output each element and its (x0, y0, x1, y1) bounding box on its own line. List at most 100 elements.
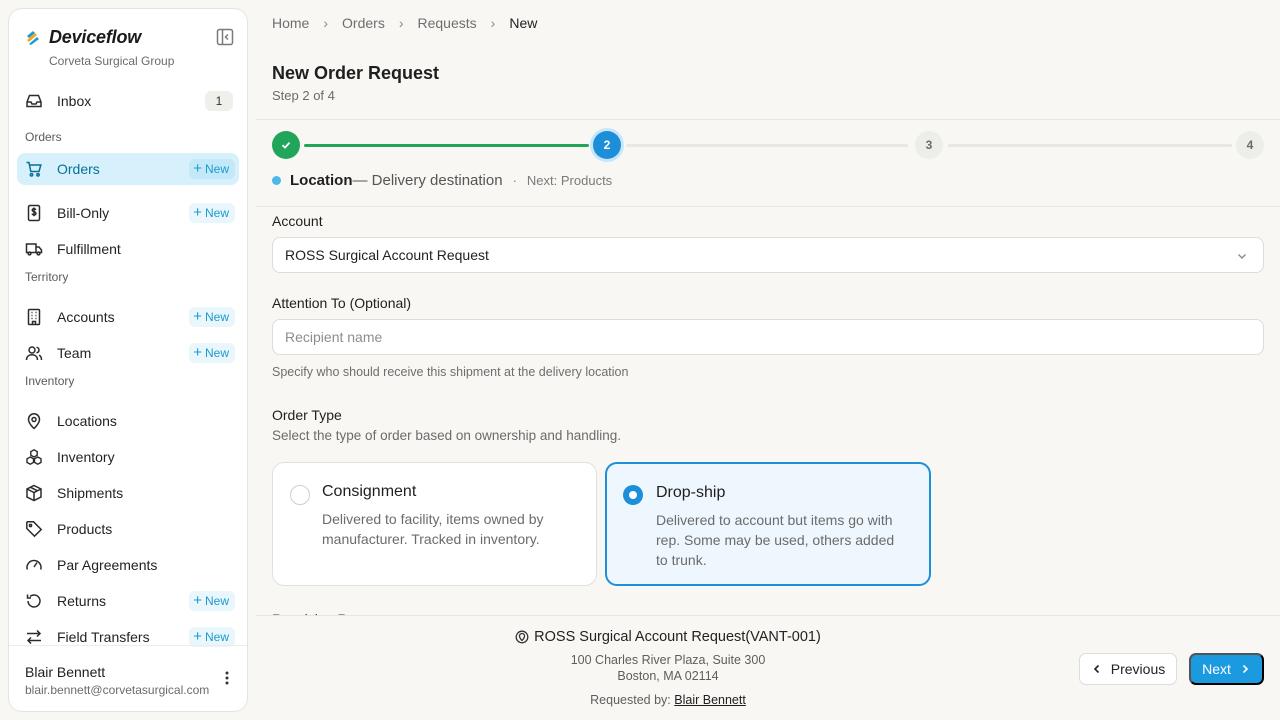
section-label-territory: Territory (25, 270, 69, 284)
returns-new-button[interactable]: + New (189, 591, 235, 611)
section-label-orders: Orders (25, 130, 62, 144)
plus-icon: + (193, 592, 202, 609)
sidebar-item-label: Products (57, 521, 113, 537)
sidebar-item-inventory[interactable]: Inventory (17, 441, 239, 473)
order-type-helper: Select the type of order based on owners… (272, 428, 621, 443)
sidebar-item-label: Locations (57, 413, 117, 429)
user-profile[interactable]: Blair Bennett blair.bennett@corvetasurgi… (9, 645, 247, 711)
next-step-hint: · Next: Products (513, 173, 613, 188)
gauge-icon (25, 556, 43, 574)
accounts-new-button[interactable]: + New (189, 307, 235, 327)
breadcrumb-home[interactable]: Home (272, 15, 309, 31)
step-1-complete[interactable] (272, 131, 300, 159)
sidebar-item-label: Returns (57, 593, 107, 609)
building-icon (25, 308, 43, 326)
option-description: Delivered to facility, items owned by ma… (322, 511, 544, 547)
sidebar-item-shipments[interactable]: Shipments (17, 477, 239, 509)
account-select-value: ROSS Surgical Account Request (285, 247, 489, 263)
step-connector-2 (626, 144, 908, 147)
requested-by-link[interactable]: Blair Bennett (674, 693, 746, 707)
sidebar-item-bill-only[interactable]: Bill-Only + New (17, 197, 239, 229)
tag-icon (25, 520, 43, 538)
plus-icon: + (193, 308, 202, 325)
more-vertical-icon[interactable] (219, 670, 235, 686)
breadcrumb-current: New (509, 15, 538, 31)
attention-input[interactable] (272, 319, 1264, 355)
sidebar-item-label: Inbox (57, 93, 92, 109)
divider (256, 119, 1280, 120)
sidebar-item-products[interactable]: Products (17, 513, 239, 545)
breadcrumb-orders[interactable]: Orders (342, 15, 385, 31)
order-type-consignment[interactable]: Consignment Delivered to facility, items… (272, 462, 597, 586)
sidebar-collapse-icon[interactable] (216, 28, 234, 46)
breadcrumb-requests[interactable]: Requests (418, 15, 477, 31)
next-button[interactable]: Next (1189, 653, 1264, 685)
previous-button[interactable]: Previous (1079, 653, 1177, 685)
step-4: 4 (1236, 131, 1264, 159)
account-select[interactable]: ROSS Surgical Account Request (272, 237, 1264, 273)
chevron-right-icon: › (398, 15, 404, 31)
next-step-text: Next: Products (526, 173, 613, 188)
brand[interactable]: Deviceflow (25, 27, 141, 48)
deviceflow-logo-icon (25, 30, 41, 46)
chevron-down-icon (1235, 249, 1249, 263)
user-email: blair.bennett@corvetasurgical.com (25, 683, 210, 697)
sidebar-item-label: Shipments (57, 485, 124, 501)
user-name: Blair Bennett (25, 664, 106, 680)
progress-stepper: 2 3 4 (272, 131, 1264, 161)
sidebar-item-locations[interactable]: Locations (17, 405, 239, 437)
order-type-drop-ship[interactable]: Drop-ship Delivered to account but items… (605, 462, 931, 586)
breadcrumb: Home › Orders › Requests › New (272, 15, 537, 31)
users-icon (25, 344, 43, 362)
new-label: New (204, 310, 229, 324)
plus-icon: + (193, 344, 202, 361)
option-description: Delivered to account but items go with r… (656, 512, 895, 568)
account-label: Account (272, 213, 323, 229)
bill-only-new-button[interactable]: + New (189, 203, 235, 223)
brand-name: Deviceflow (49, 27, 142, 47)
sidebar-item-label: Bill-Only (57, 205, 110, 221)
sidebar: Deviceflow Corveta Surgical Group Inbox … (8, 8, 248, 712)
chevron-right-icon: › (490, 15, 496, 31)
step-2-current[interactable]: 2 (593, 131, 621, 159)
sidebar-item-accounts[interactable]: Accounts + New (17, 301, 239, 333)
sidebar-item-fulfillment[interactable]: Fulfillment (17, 233, 239, 265)
step-caption: Location — Delivery destination · Next: P… (272, 172, 612, 189)
current-step-title: Location (290, 172, 353, 189)
sidebar-item-team[interactable]: Team + New (17, 337, 239, 369)
step-connector-1 (304, 144, 589, 147)
previous-label: Previous (1110, 661, 1166, 677)
footer-address-line2: Boston, MA 02114 (617, 669, 719, 683)
option-title: Consignment (322, 483, 417, 500)
arrows-transfer-icon (25, 628, 43, 646)
plus-icon: + (193, 160, 202, 177)
sidebar-item-inbox[interactable]: Inbox 1 (17, 85, 239, 117)
sidebar-item-returns[interactable]: Returns + New (17, 585, 239, 617)
chevron-right-icon: › (323, 15, 329, 31)
orders-new-button[interactable]: + New (189, 159, 235, 179)
team-new-button[interactable]: + New (189, 343, 235, 363)
sidebar-item-label: Inventory (57, 449, 115, 465)
location-pin-icon (515, 630, 529, 644)
rotate-ccw-icon (25, 592, 43, 610)
sidebar-item-orders[interactable]: Orders + New (17, 153, 239, 185)
footer-account: ROSS Surgical Account Request(VANT-001) (256, 629, 1080, 645)
step-connector-3 (948, 144, 1232, 147)
sidebar-item-par-agreements[interactable]: Par Agreements (17, 549, 239, 581)
divider (256, 206, 1280, 207)
current-step-desc: — Delivery destination (352, 172, 503, 189)
chevron-left-icon (1093, 664, 1099, 674)
new-label: New (204, 346, 229, 360)
field-transfers-new-button[interactable]: + New (189, 627, 235, 647)
radio-button[interactable] (290, 485, 310, 505)
footer-account-name: ROSS Surgical Account Request(VANT-001) (534, 629, 821, 645)
radio-button-selected[interactable] (623, 485, 643, 505)
attention-helper: Specify who should receive this shipment… (272, 365, 629, 379)
page-subtitle: Step 2 of 4 (272, 88, 335, 103)
inbox-icon (25, 92, 43, 110)
chevron-right-icon (1242, 664, 1249, 674)
receipt-dollar-icon (25, 204, 43, 222)
step-3: 3 (915, 131, 943, 159)
option-title: Drop-ship (656, 484, 726, 501)
map-pin-icon (25, 412, 43, 430)
